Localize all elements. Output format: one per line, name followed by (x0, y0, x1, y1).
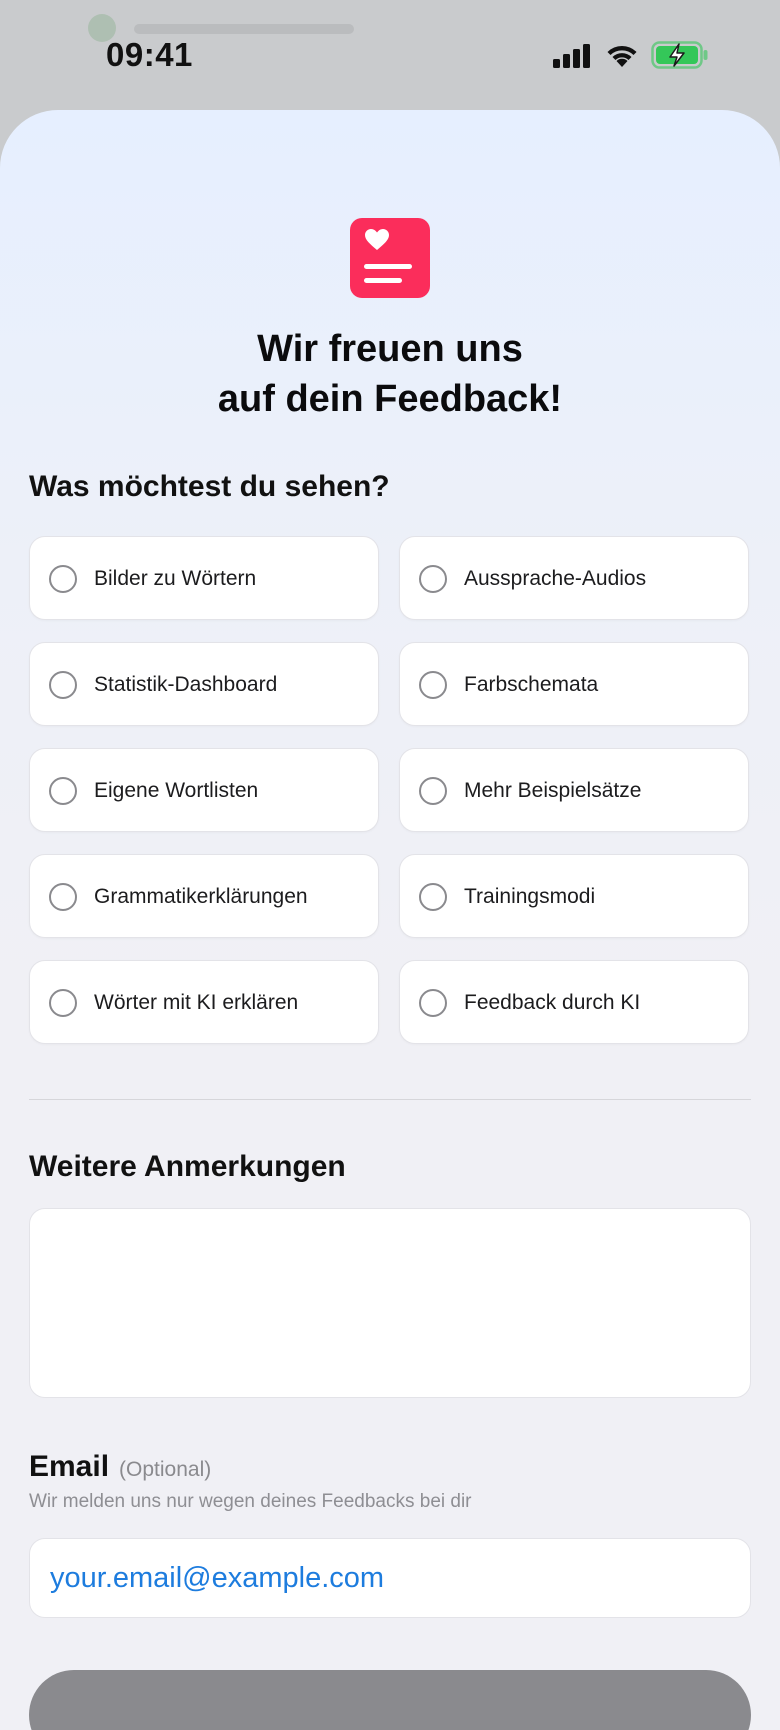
radio-button[interactable] (419, 565, 447, 593)
radio-button[interactable] (419, 989, 447, 1017)
wifi-icon (607, 45, 637, 67)
option-label: Farbschemata (464, 673, 599, 696)
icon-line (364, 278, 402, 283)
option-label: Aussprache-Audios (464, 567, 647, 590)
features-question: Was möchtest du sehen? (29, 470, 390, 503)
radio-button[interactable] (419, 671, 447, 699)
radio-button[interactable] (49, 883, 77, 911)
page-title: Wir freuen uns auf dein Feedback! (0, 324, 780, 424)
option-card[interactable]: Trainingsmodi (399, 854, 749, 938)
radio-button[interactable] (49, 671, 77, 699)
option-label: Wörter mit KI erklären (94, 991, 299, 1014)
radio-button[interactable] (49, 565, 77, 593)
notes-heading: Weitere Anmerkungen (29, 1150, 346, 1183)
heart-icon (365, 229, 389, 250)
option-card[interactable]: Aussprache-Audios (399, 536, 749, 620)
title-line-2: auf dein Feedback! (217, 378, 563, 420)
email-field[interactable] (29, 1538, 751, 1618)
option-label: Eigene Wortlisten (94, 779, 259, 802)
option-label: Trainingsmodi (464, 885, 596, 908)
option-card[interactable]: Farbschemata (399, 642, 749, 726)
radio-button[interactable] (49, 989, 77, 1017)
option-card[interactable]: Feedback durch KI (399, 960, 749, 1044)
option-card[interactable]: Statistik-Dashboard (29, 642, 379, 726)
title-line-1: Wir freuen uns (257, 328, 523, 370)
email-label: Email (29, 1450, 110, 1483)
battery-charging-icon (651, 41, 708, 69)
option-card[interactable]: Eigene Wortlisten (29, 748, 379, 832)
cellular-signal-icon (553, 44, 590, 68)
radio-button[interactable] (419, 777, 447, 805)
option-card[interactable]: Bilder zu Wörtern (29, 536, 379, 620)
option-label: Statistik-Dashboard (94, 673, 278, 696)
radio-button[interactable] (419, 883, 447, 911)
radio-button[interactable] (49, 777, 77, 805)
feedback-sheet: Wir freuen uns auf dein Feedback! Was mö… (0, 110, 780, 1730)
status-bar: 09:41 (0, 0, 780, 110)
notes-textarea[interactable] (29, 1208, 751, 1398)
option-label: Feedback durch KI (464, 991, 641, 1014)
email-hint: Wir melden uns nur wegen deines Feedback… (29, 1491, 472, 1512)
submit-button[interactable] (29, 1670, 751, 1730)
status-time: 09:41 (106, 36, 193, 73)
option-label: Mehr Beispielsätze (464, 779, 642, 802)
option-label: Grammatikerklärungen (94, 885, 308, 908)
email-heading: Email (Optional) (29, 1450, 211, 1484)
optional-tag: (Optional) (119, 1458, 212, 1481)
section-divider (29, 1099, 751, 1100)
feedback-heart-icon (350, 218, 430, 298)
option-card[interactable]: Grammatikerklärungen (29, 854, 379, 938)
option-card[interactable]: Mehr Beispielsätze (399, 748, 749, 832)
icon-line (364, 264, 412, 269)
option-label: Bilder zu Wörtern (94, 567, 257, 590)
option-card[interactable]: Wörter mit KI erklären (29, 960, 379, 1044)
